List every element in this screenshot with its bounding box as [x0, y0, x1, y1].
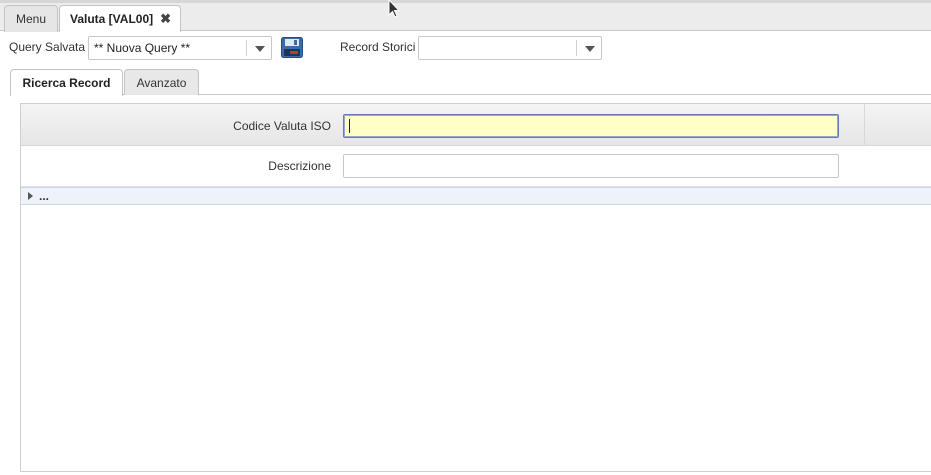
- text-caret: [349, 119, 350, 133]
- tab-menu-label: Menu: [15, 12, 47, 26]
- query-salvata-value: ** Nuova Query **: [94, 41, 191, 55]
- codice-valuta-input[interactable]: [343, 114, 839, 138]
- select-divider: [576, 40, 577, 56]
- tab-ricerca-record[interactable]: Ricerca Record: [10, 69, 123, 96]
- search-form-panel: Codice Valuta ISO Descrizione ...: [20, 103, 931, 472]
- tab-menu[interactable]: Menu: [4, 5, 58, 32]
- mouse-cursor-icon: [388, 0, 401, 18]
- chevron-down-icon[interactable]: [255, 46, 265, 52]
- descrizione-input[interactable]: [343, 154, 839, 178]
- close-icon[interactable]: ✖: [160, 6, 171, 32]
- select-divider: [246, 40, 247, 56]
- triangle-right-icon[interactable]: [28, 192, 33, 200]
- descrizione-label: Descrizione: [268, 159, 331, 173]
- floppy-disk-icon[interactable]: [281, 37, 303, 58]
- record-storici-label: Record Storici: [340, 40, 416, 54]
- tab-avanzato-label: Avanzato: [136, 76, 187, 90]
- tab-ricerca-record-label: Ricerca Record: [22, 76, 111, 90]
- tab-valuta-label: Valuta [VAL00]: [70, 12, 154, 26]
- row-separator: [864, 104, 865, 145]
- tab-valuta[interactable]: Valuta [VAL00] ✖: [59, 5, 181, 32]
- tab-avanzato[interactable]: Avanzato: [124, 69, 199, 95]
- codice-valuta-label: Codice Valuta ISO: [233, 119, 331, 133]
- chevron-down-icon[interactable]: [585, 46, 595, 52]
- record-storici-select[interactable]: [418, 36, 602, 60]
- query-salvata-label: Query Salvata: [9, 40, 86, 54]
- query-salvata-select[interactable]: ** Nuova Query **: [88, 36, 272, 60]
- more-fields-expander[interactable]: ...: [21, 187, 931, 205]
- expander-label: ...: [39, 189, 50, 203]
